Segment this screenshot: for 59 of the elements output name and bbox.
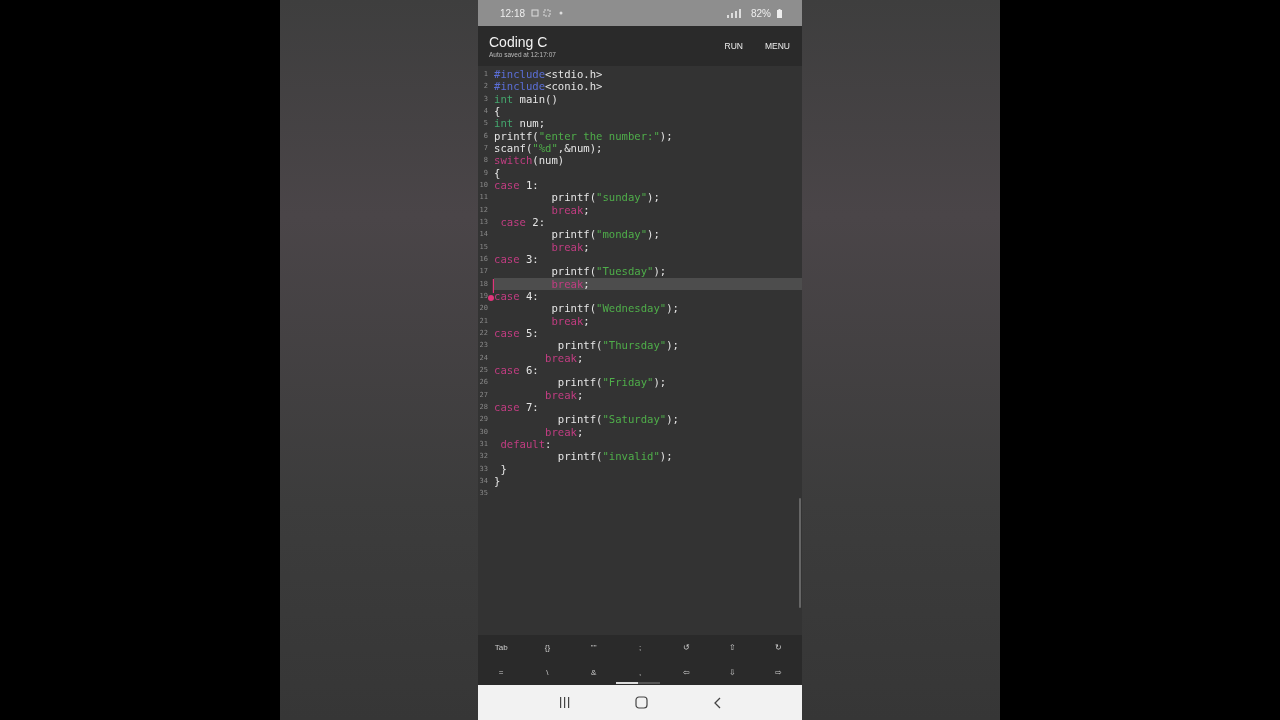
code-line[interactable]: case 2: <box>494 215 802 229</box>
symbol-key[interactable]: "" <box>570 640 617 655</box>
code-line[interactable]: break; <box>494 351 802 364</box>
symbol-key[interactable]: ↺ <box>663 640 710 655</box>
code-line[interactable]: default: <box>494 437 802 451</box>
code-line[interactable]: } <box>494 474 802 488</box>
code-line[interactable]: { <box>494 166 802 179</box>
code-line[interactable]: break; <box>494 240 802 253</box>
back-icon[interactable] <box>713 696 722 709</box>
symbol-key[interactable]: \ <box>524 665 571 680</box>
code-line[interactable]: printf("Saturday"); <box>494 413 802 426</box>
battery-icon <box>777 8 782 18</box>
symbol-key[interactable]: ↻ <box>755 640 802 655</box>
symbol-key[interactable]: ⇩ <box>709 665 756 680</box>
toolbar-action[interactable]: MENU <box>742 37 790 55</box>
symbol-key[interactable]: Tab <box>478 640 525 655</box>
code-line[interactable]: printf("Thursday"); <box>494 339 802 352</box>
scrollbar[interactable] <box>799 498 801 608</box>
symbol-key[interactable]: ⇦ <box>663 665 710 680</box>
home-icon[interactable] <box>635 696 648 709</box>
recent-apps-icon[interactable] <box>558 697 570 708</box>
app-title: Coding C <box>489 34 549 51</box>
code-line[interactable]: case 1: <box>494 178 802 192</box>
status-time: 12:18 <box>500 7 526 19</box>
code-line[interactable]: printf("Tuesday"); <box>494 265 802 278</box>
code-line[interactable]: printf("invalid"); <box>494 450 802 463</box>
symbol-key[interactable]: = <box>478 665 525 680</box>
symbol-key[interactable]: & <box>570 665 617 680</box>
code-line[interactable]: printf("monday"); <box>494 228 802 241</box>
code-line[interactable]: printf("enter the number:"); <box>494 129 802 142</box>
code-line[interactable]: printf("Wednesday"); <box>494 302 802 315</box>
code-line[interactable]: break; <box>494 203 802 216</box>
code-line[interactable]: case 5: <box>494 326 802 340</box>
code-line[interactable]: case 6: <box>494 363 802 377</box>
symbol-key[interactable]: ⇨ <box>755 665 802 680</box>
page-indicator <box>616 682 660 684</box>
code-line[interactable]: case 3: <box>494 252 802 266</box>
code-line[interactable]: switch(num) <box>494 154 802 167</box>
cursor-handle[interactable] <box>488 279 494 301</box>
code-line[interactable]: printf("Friday"); <box>494 376 802 389</box>
code-line[interactable]: int main() <box>494 92 802 105</box>
code-line[interactable]: scanf("%d",&num); <box>494 141 802 155</box>
code-line[interactable]: #include<stdio.h> <box>494 68 802 81</box>
code-line[interactable]: } <box>494 462 802 475</box>
code-line[interactable]: { <box>494 105 802 118</box>
code-line[interactable]: printf("sunday"); <box>494 191 802 204</box>
code-line[interactable]: int num; <box>494 117 802 130</box>
code-line[interactable]: case 4: <box>494 289 802 303</box>
toolbar-action[interactable]: RUN <box>702 37 743 55</box>
code-line[interactable]: break; <box>494 425 802 438</box>
code-line[interactable]: break; <box>494 314 802 327</box>
code-line[interactable]: case 7: <box>494 400 802 414</box>
symbol-key[interactable]: ; <box>616 640 664 655</box>
battery-level: 82% <box>751 7 771 19</box>
symbol-key[interactable]: , <box>616 665 664 680</box>
symbol-key[interactable]: {} <box>524 640 571 655</box>
code-line[interactable]: break; <box>494 388 802 401</box>
symbol-key[interactable]: ⇧ <box>709 640 756 655</box>
code-line[interactable]: #include<conio.h> <box>494 80 802 93</box>
